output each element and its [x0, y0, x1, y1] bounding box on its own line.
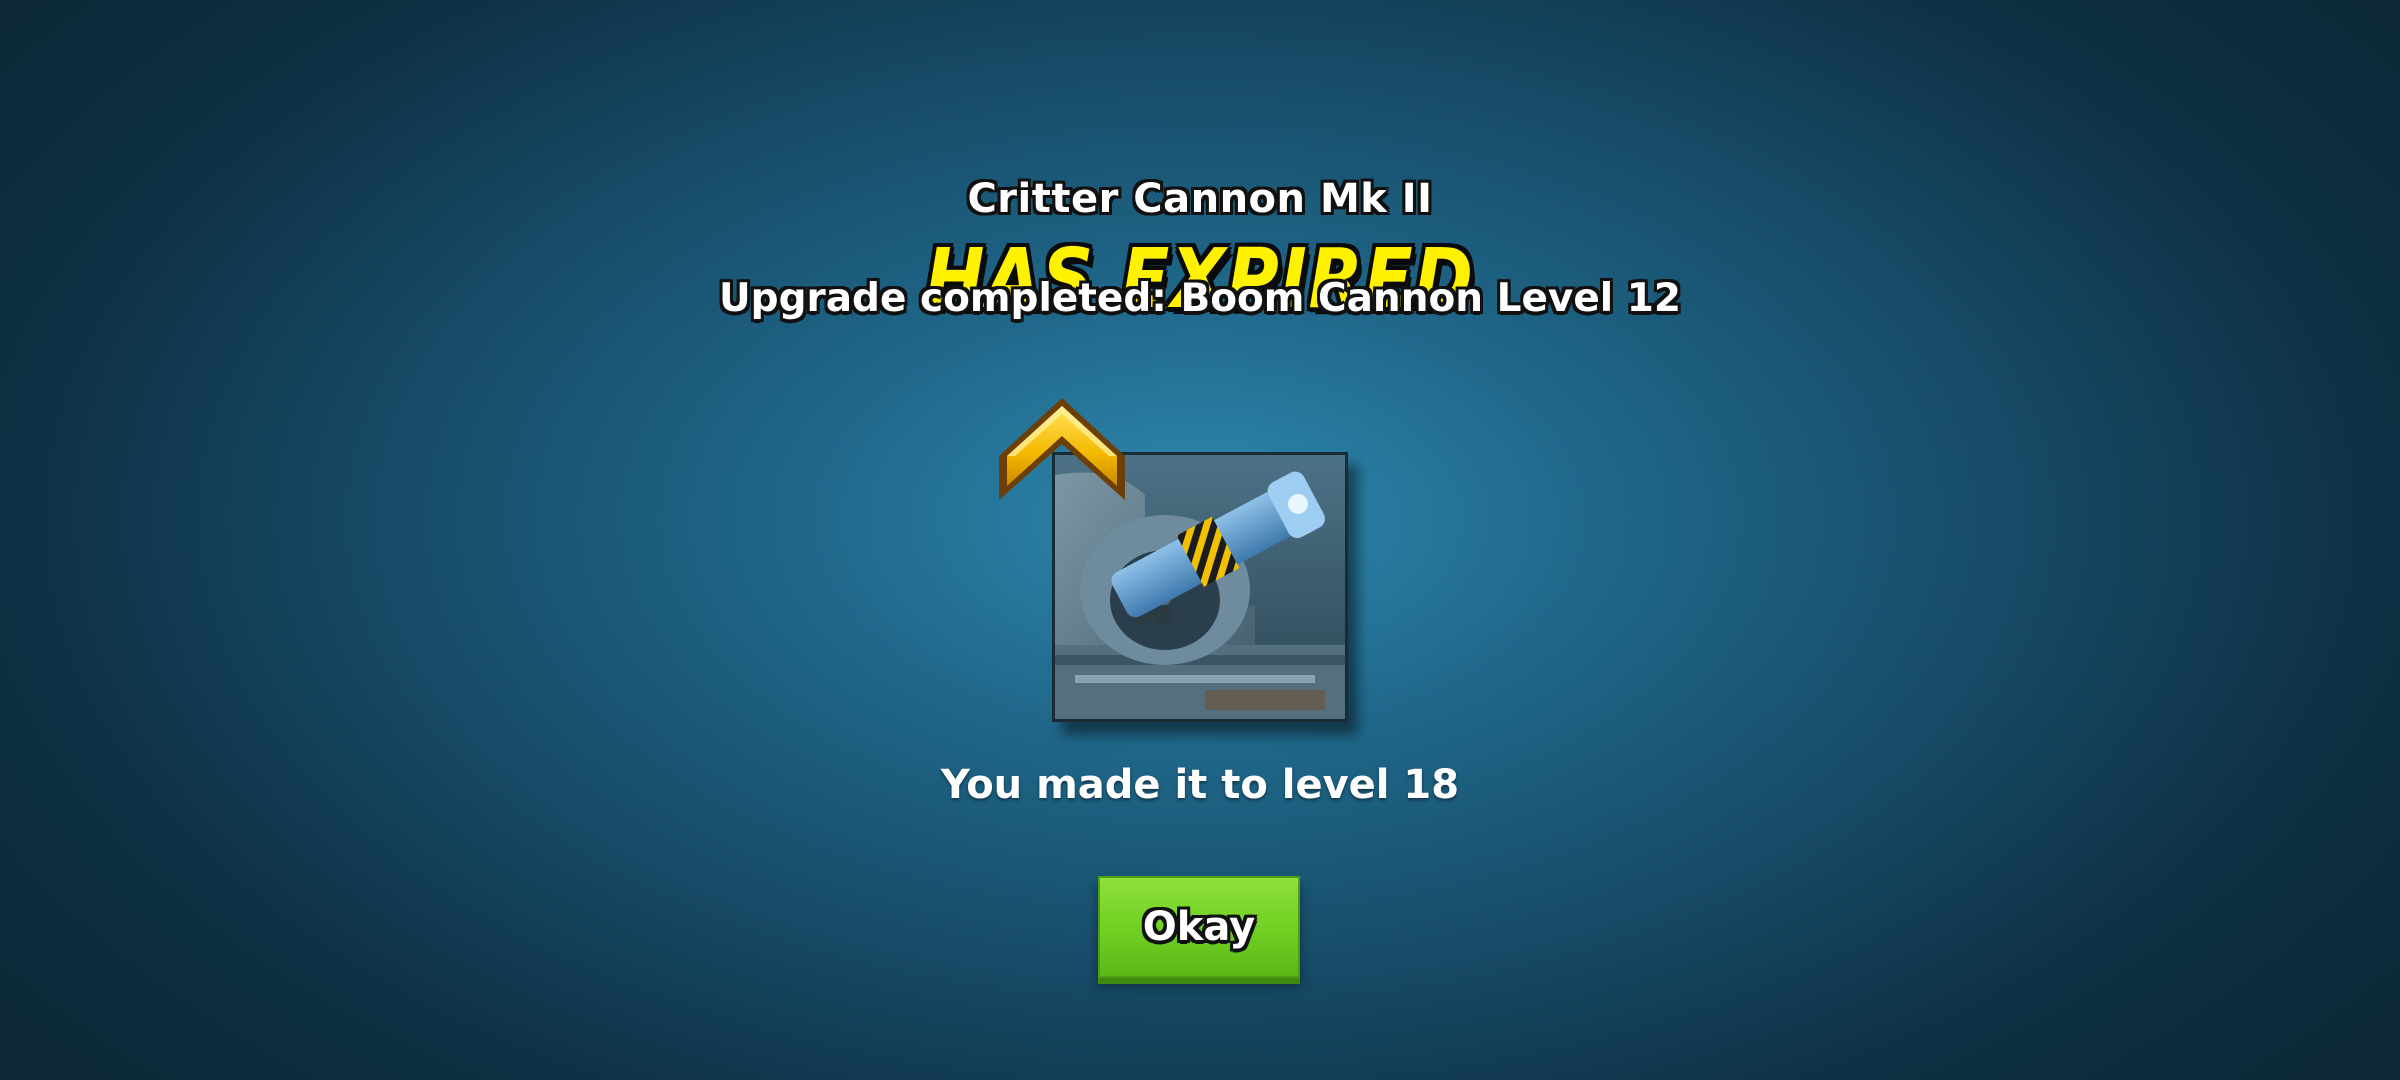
game-screen: { "dialog": { "item_name": "Critter Cann… — [0, 0, 2400, 1080]
upgrade-chevron-icon — [999, 398, 1125, 500]
item-name-title: Critter Cannon Mk II — [967, 176, 1433, 222]
okay-button-label: Okay — [1142, 904, 1256, 950]
upgrade-completed-message: Upgrade completed: Boom Cannon Level 12 — [719, 276, 1681, 321]
okay-button[interactable]: Okay — [1098, 876, 1300, 978]
level-reached-message: You made it to level 18 — [940, 762, 1460, 808]
